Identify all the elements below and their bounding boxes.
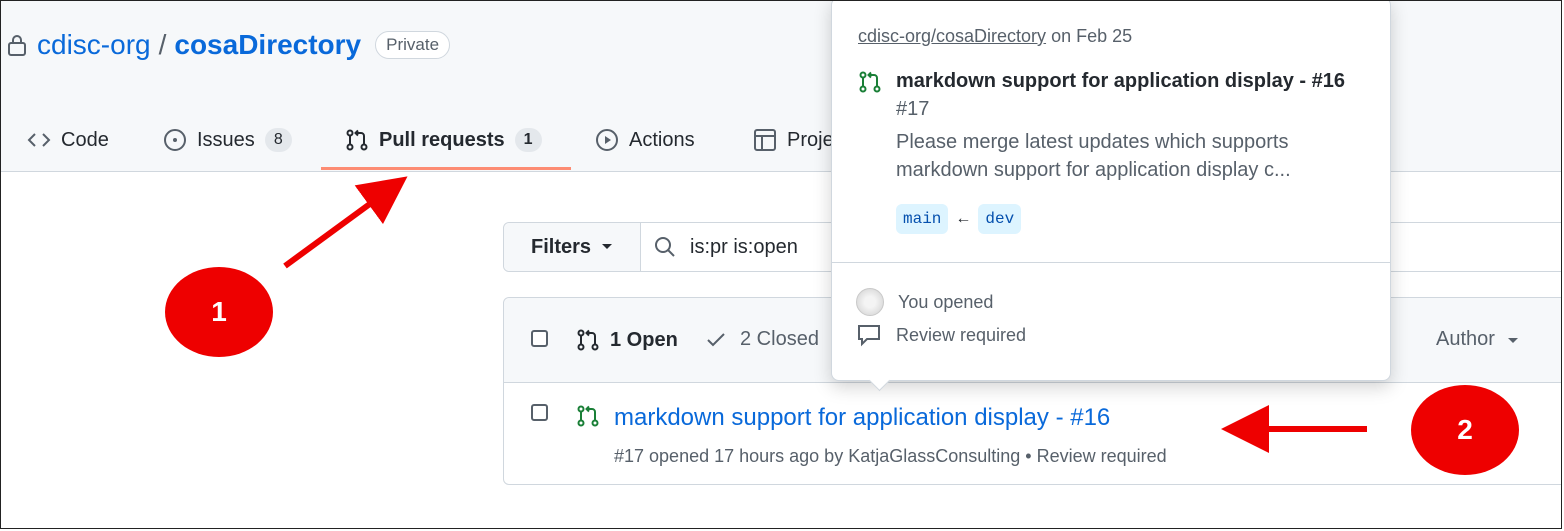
annotation-arrow-1 [283, 176, 408, 269]
screenshot-frame: cdisc-org / cosaDirectory Private Code I… [0, 0, 1562, 529]
callout-1: 1 [165, 267, 273, 357]
callout-2: 2 [1411, 385, 1519, 475]
annotation-arrows [283, 176, 1367, 453]
